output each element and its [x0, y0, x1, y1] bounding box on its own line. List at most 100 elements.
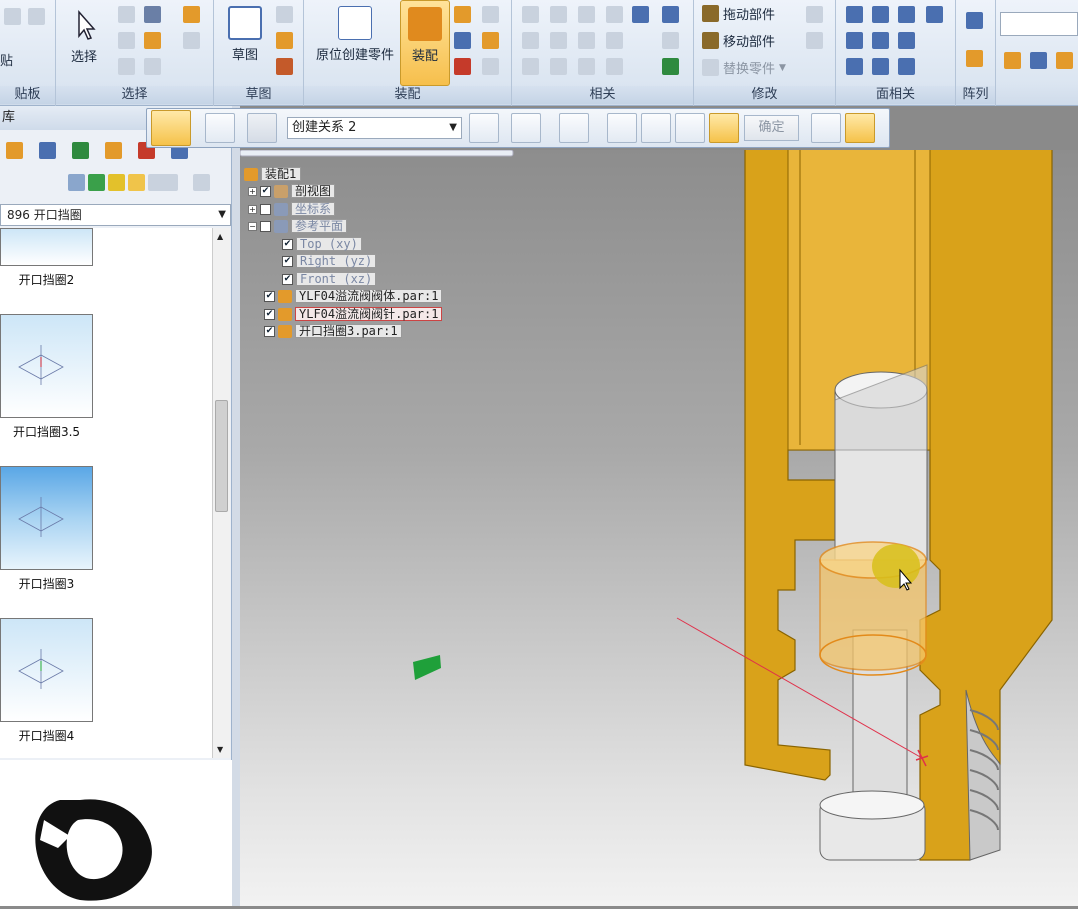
tree-node[interactable]: + 坐标系 — [248, 201, 336, 217]
expand-icon[interactable]: + — [248, 204, 257, 214]
library-item-thumb[interactable] — [0, 618, 93, 722]
cam-icon[interactable] — [578, 32, 595, 49]
pencil-icon[interactable] — [276, 58, 293, 75]
new-folder-icon[interactable] — [128, 174, 145, 191]
drag-component-button[interactable]: 拖动部件 — [702, 4, 775, 23]
library-list[interactable]: 开口挡圈2 开口挡圈3.5 开口挡圈3 开口挡圈4 — [0, 228, 212, 758]
angle-icon[interactable] — [578, 6, 595, 23]
target-part-step-icon[interactable] — [641, 113, 671, 143]
info-icon[interactable] — [68, 174, 85, 191]
flip-relation-icon[interactable] — [469, 113, 499, 143]
select-button[interactable]: 选择 — [64, 8, 104, 65]
tree-node[interactable]: ✔ 开口挡圈3.par:1 — [264, 323, 402, 339]
pattern-part-icon[interactable] — [482, 32, 499, 49]
scroll-up-icon[interactable]: ▲ — [217, 232, 223, 241]
zoom-icon[interactable] — [183, 32, 200, 49]
disabled-part-icon[interactable] — [482, 6, 499, 23]
copy-sketch-icon[interactable] — [276, 6, 293, 23]
symmetric-icon[interactable] — [522, 58, 539, 75]
tree-root[interactable]: 装配1 — [244, 166, 301, 182]
filter-icon[interactable] — [118, 32, 135, 49]
reset-icon[interactable] — [811, 113, 841, 143]
rigid-icon[interactable] — [898, 32, 915, 49]
ok-button[interactable]: 确定 — [744, 115, 799, 141]
select-filter-icon[interactable] — [118, 6, 135, 23]
replace-part-button[interactable]: 替换零件 ▼ — [702, 58, 786, 77]
view-mode-icon[interactable] — [148, 174, 178, 191]
axial-icon[interactable] — [522, 32, 539, 49]
layout-icon[interactable] — [1056, 52, 1073, 69]
mirror-part-icon[interactable] — [482, 58, 499, 75]
tangent-icon[interactable] — [606, 32, 623, 49]
select-cursor-icon[interactable] — [144, 6, 161, 23]
offset-face-icon[interactable] — [872, 32, 889, 49]
library-item-thumb-selected[interactable] — [0, 466, 93, 570]
create-in-place-button[interactable]: 原位创建零件 — [310, 6, 400, 63]
part-icon[interactable] — [454, 6, 471, 23]
tree-checkbox[interactable]: ✔ — [264, 325, 275, 337]
paste-button[interactable]: 贴 — [0, 50, 13, 69]
tree-checkbox[interactable]: ✔ — [282, 255, 293, 267]
command-bar-assemble-icon[interactable] — [151, 110, 191, 146]
mate-icon[interactable] — [522, 6, 539, 23]
insert-part-icon[interactable] — [454, 58, 471, 75]
options-icon[interactable] — [205, 113, 235, 143]
cut-icon[interactable] — [4, 8, 21, 25]
sketch-button[interactable]: 草图 — [222, 6, 268, 63]
align-icon[interactable] — [550, 6, 567, 23]
assemble-button[interactable]: 装配 — [400, 0, 450, 86]
move-component-button[interactable]: 移动部件 — [702, 31, 775, 50]
fastener-icon[interactable] — [454, 32, 471, 49]
flip-icon[interactable] — [662, 6, 679, 23]
ground-icon[interactable] — [662, 58, 679, 75]
relation-list-icon[interactable] — [511, 113, 541, 143]
tree-checkbox[interactable] — [260, 220, 271, 232]
search-input[interactable] — [1000, 12, 1078, 36]
part-select-icon[interactable] — [144, 32, 161, 49]
offset-icon[interactable] — [550, 58, 567, 75]
relation-select[interactable]: 创建关系 2 ▼ — [287, 117, 462, 139]
plus-icon[interactable] — [898, 58, 915, 75]
current-step-icon[interactable] — [709, 113, 739, 143]
scroll-down-icon[interactable]: ▼ — [217, 745, 223, 754]
modify-extra-2-icon[interactable] — [806, 32, 823, 49]
tree-node[interactable]: ✔ YLF04溢流阀阀针.par:1 — [264, 306, 443, 322]
gear-relation-icon[interactable] — [606, 6, 623, 23]
library-path-select[interactable]: 896 开口挡圈 ▼ — [0, 204, 231, 226]
parallel-face-icon[interactable] — [846, 32, 863, 49]
tree-checkbox[interactable]: ✔ — [260, 185, 271, 197]
tree-node[interactable]: ✔ Front (xz) — [282, 271, 377, 287]
search-icon[interactable] — [193, 174, 210, 191]
concentric-icon[interactable] — [872, 6, 889, 23]
view-icon[interactable] — [1004, 52, 1021, 69]
library-item-thumb[interactable] — [0, 314, 93, 418]
tree-node[interactable]: ✔ YLF04溢流阀阀体.par:1 — [264, 288, 443, 304]
back-icon[interactable] — [88, 174, 105, 191]
lock-icon[interactable] — [845, 113, 875, 143]
library-scrollbar[interactable]: ▲ ▼ — [212, 228, 230, 758]
tangent-face-icon[interactable] — [872, 58, 889, 75]
next-part-step-icon[interactable] — [675, 113, 705, 143]
pane-splitter[interactable] — [232, 106, 240, 906]
up-folder-icon[interactable] — [108, 174, 125, 191]
flag-icon[interactable] — [183, 6, 200, 23]
gear-icon[interactable] — [118, 58, 135, 75]
symmetric-face-icon[interactable] — [898, 6, 915, 23]
perpendicular-icon[interactable] — [846, 58, 863, 75]
face-angle-icon[interactable] — [926, 6, 943, 23]
face-icon[interactable] — [846, 6, 863, 23]
select-part-step-icon[interactable] — [607, 113, 637, 143]
tree-checkbox[interactable]: ✔ — [282, 238, 293, 250]
arrow-down-icon[interactable] — [632, 6, 649, 23]
tree-node[interactable]: ✔ Top (xy) — [282, 236, 362, 252]
tree-node[interactable]: + ✔ 剖视图 — [248, 183, 336, 199]
library-item-thumb[interactable] — [0, 228, 93, 266]
project-icon[interactable] — [276, 32, 293, 49]
expand-icon[interactable]: + — [248, 186, 257, 196]
colors-tab-icon[interactable] — [72, 142, 89, 159]
place-part-icon[interactable] — [559, 113, 589, 143]
parts-tab-icon[interactable] — [6, 142, 23, 159]
collapse-icon[interactable]: − — [248, 221, 257, 231]
tree-node[interactable]: − 参考平面 — [248, 218, 348, 234]
relation-type-icon[interactable] — [247, 113, 277, 143]
